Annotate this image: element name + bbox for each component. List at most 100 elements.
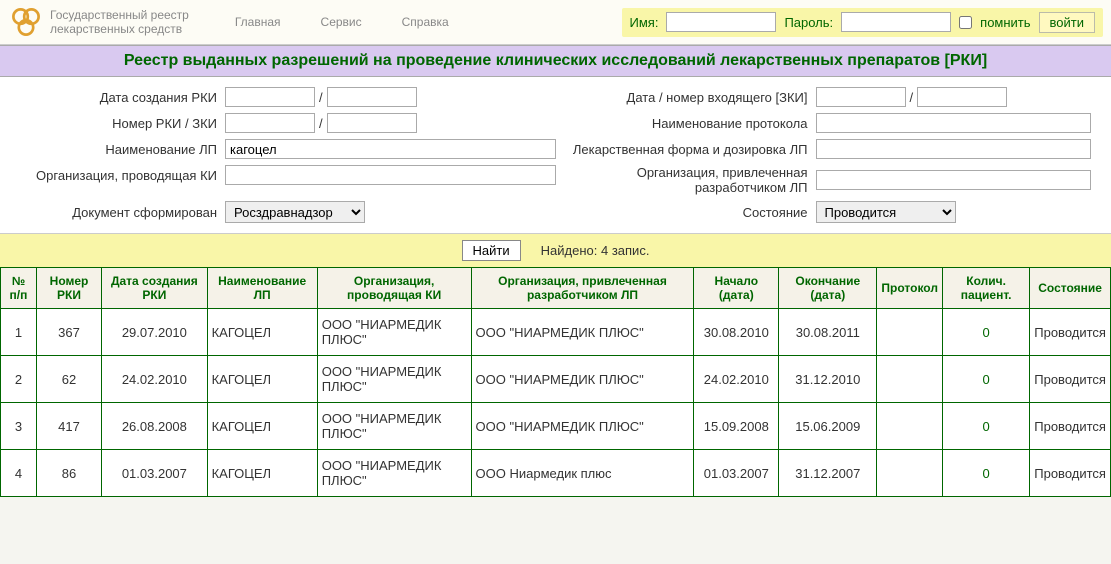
page-title: Реестр выданных разрешений на проведение… xyxy=(0,45,1111,77)
search-form: Дата создания РКИ / Дата / номер входяще… xyxy=(0,77,1111,233)
logo-text: Государственный реестр лекарственных сре… xyxy=(50,8,189,37)
search-bar: Найти Найдено: 4 запис. xyxy=(0,233,1111,267)
table-body: 136729.07.2010КАГОЦЕЛООО "НИАРМЕДИК ПЛЮС… xyxy=(1,309,1111,497)
col-header[interactable]: Колич. пациент. xyxy=(942,268,1029,309)
table-cell: Проводится xyxy=(1030,403,1111,450)
table-cell: 417 xyxy=(36,403,101,450)
table-cell: Проводится xyxy=(1030,309,1111,356)
logo-icon xyxy=(8,4,44,40)
remember-label: помнить xyxy=(980,15,1030,30)
nav-main[interactable]: Главная xyxy=(235,15,281,29)
table-cell: 30.08.2011 xyxy=(779,309,877,356)
col-header[interactable]: Протокол xyxy=(877,268,943,309)
dose-input[interactable] xyxy=(816,139,1092,159)
col-header[interactable]: Номер РКИ xyxy=(36,268,101,309)
col-header[interactable]: Дата создания РКИ xyxy=(102,268,207,309)
table-cell: 24.02.2010 xyxy=(694,356,779,403)
table-cell: 31.12.2007 xyxy=(779,450,877,497)
table-cell: 15.06.2009 xyxy=(779,403,877,450)
table-cell: ООО "НИАРМЕДИК ПЛЮС" xyxy=(471,309,694,356)
table-row: 341726.08.2008КАГОЦЕЛООО "НИАРМЕДИК ПЛЮС… xyxy=(1,403,1111,450)
table-row: 26224.02.2010КАГОЦЕЛООО "НИАРМЕДИК ПЛЮС"… xyxy=(1,356,1111,403)
date-in-label: Дата / номер входящего [ЗКИ] xyxy=(556,90,816,105)
table-cell: 0 xyxy=(942,450,1029,497)
table-cell: ООО "НИАРМЕДИК ПЛЮС" xyxy=(317,450,471,497)
login-block: Имя: Пароль: помнить войти xyxy=(622,8,1104,37)
org-ki-input[interactable] xyxy=(225,165,556,185)
table-cell: ООО "НИАРМЕДИК ПЛЮС" xyxy=(317,309,471,356)
doc-select[interactable]: Росздравнадзор xyxy=(225,201,365,223)
table-cell: КАГОЦЕЛ xyxy=(207,356,317,403)
slash: / xyxy=(910,90,914,105)
date-rki-to[interactable] xyxy=(327,87,417,107)
state-select[interactable]: Проводится xyxy=(816,201,956,223)
table-cell: 4 xyxy=(1,450,37,497)
num-zki-input[interactable] xyxy=(327,113,417,133)
table-row: 136729.07.2010КАГОЦЕЛООО "НИАРМЕДИК ПЛЮС… xyxy=(1,309,1111,356)
table-cell: ООО Ниармедик плюс xyxy=(471,450,694,497)
col-header[interactable]: Начало (дата) xyxy=(694,268,779,309)
nav-links: Главная Сервис Справка xyxy=(235,15,449,29)
dose-label: Лекарственная форма и дозировка ЛП xyxy=(556,142,816,157)
table-cell: КАГОЦЕЛ xyxy=(207,450,317,497)
col-header[interactable]: Организация, привлеченная разработчиком … xyxy=(471,268,694,309)
table-cell xyxy=(877,356,943,403)
date-rki-from[interactable] xyxy=(225,87,315,107)
num-rki-label: Номер РКИ / ЗКИ xyxy=(20,116,225,131)
slash: / xyxy=(319,116,323,131)
results-table: № п/пНомер РКИДата создания РКИНаименова… xyxy=(0,267,1111,497)
table-cell: 3 xyxy=(1,403,37,450)
table-head-row: № п/пНомер РКИДата создания РКИНаименова… xyxy=(1,268,1111,309)
table-cell: 29.07.2010 xyxy=(102,309,207,356)
table-cell: 1 xyxy=(1,309,37,356)
table-cell xyxy=(877,450,943,497)
table-cell: Проводится xyxy=(1030,356,1111,403)
state-label: Состояние xyxy=(556,205,816,220)
login-name-label: Имя: xyxy=(630,15,659,30)
date-rki-label: Дата создания РКИ xyxy=(20,90,225,105)
login-button[interactable]: войти xyxy=(1039,12,1095,33)
table-cell: КАГОЦЕЛ xyxy=(207,403,317,450)
name-lp-label: Наименование ЛП xyxy=(20,142,225,157)
table-cell xyxy=(877,403,943,450)
doc-label: Документ сформирован xyxy=(20,205,225,220)
table-cell: 24.02.2010 xyxy=(102,356,207,403)
found-text: Найдено: 4 запис. xyxy=(541,243,650,258)
table-cell: 31.12.2010 xyxy=(779,356,877,403)
col-header[interactable]: № п/п xyxy=(1,268,37,309)
table-cell: 0 xyxy=(942,403,1029,450)
login-name-input[interactable] xyxy=(666,12,776,32)
table-cell: 30.08.2010 xyxy=(694,309,779,356)
col-header[interactable]: Окончание (дата) xyxy=(779,268,877,309)
table-cell: 0 xyxy=(942,309,1029,356)
table-cell: 62 xyxy=(36,356,101,403)
date-in-from[interactable] xyxy=(816,87,906,107)
table-cell: 2 xyxy=(1,356,37,403)
col-header[interactable]: Организация, проводящая КИ xyxy=(317,268,471,309)
col-header[interactable]: Состояние xyxy=(1030,268,1111,309)
num-rki-input[interactable] xyxy=(225,113,315,133)
table-cell xyxy=(877,309,943,356)
nav-help[interactable]: Справка xyxy=(402,15,449,29)
table-cell: КАГОЦЕЛ xyxy=(207,309,317,356)
table-cell: ООО "НИАРМЕДИК ПЛЮС" xyxy=(471,356,694,403)
nav-service[interactable]: Сервис xyxy=(321,15,362,29)
table-cell: Проводится xyxy=(1030,450,1111,497)
header: Государственный реестр лекарственных сре… xyxy=(0,0,1111,45)
col-header[interactable]: Наименование ЛП xyxy=(207,268,317,309)
protocol-input[interactable] xyxy=(816,113,1092,133)
table-cell: ООО "НИАРМЕДИК ПЛЮС" xyxy=(317,356,471,403)
date-in-to[interactable] xyxy=(917,87,1007,107)
table-cell: 0 xyxy=(942,356,1029,403)
org-dev-input[interactable] xyxy=(816,170,1092,190)
login-pass-input[interactable] xyxy=(841,12,951,32)
remember-checkbox[interactable] xyxy=(959,16,972,29)
org-dev-label: Организация, привлеченная разработчиком … xyxy=(556,165,816,195)
table-cell: 15.09.2008 xyxy=(694,403,779,450)
slash: / xyxy=(319,90,323,105)
org-ki-label: Организация, проводящая КИ xyxy=(20,168,225,183)
name-lp-input[interactable] xyxy=(225,139,556,159)
table-cell: 26.08.2008 xyxy=(102,403,207,450)
logo-block: Государственный реестр лекарственных сре… xyxy=(8,4,189,40)
find-button[interactable]: Найти xyxy=(462,240,521,261)
